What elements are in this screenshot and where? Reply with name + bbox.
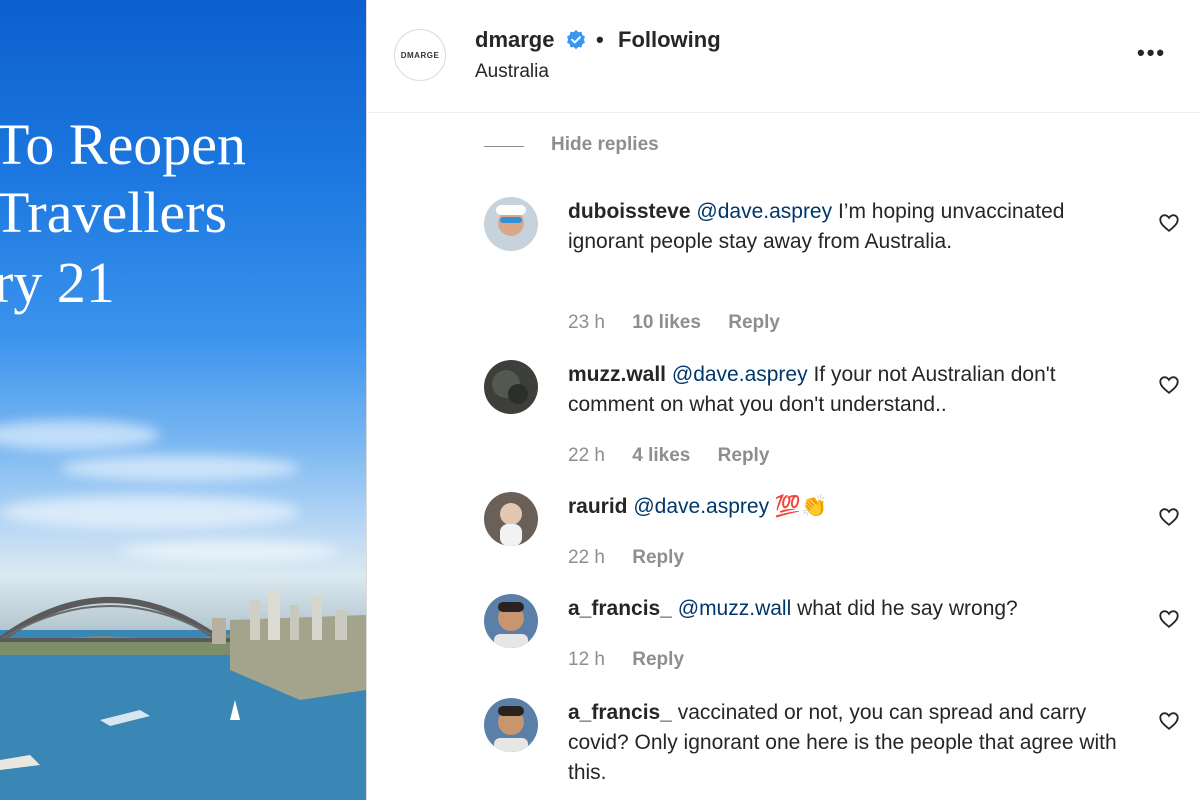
post-location[interactable]: Australia <box>475 61 549 83</box>
avatar[interactable] <box>484 197 538 251</box>
comment-likes[interactable]: 4 likes <box>632 445 690 466</box>
comment-meta: 12 h Reply <box>568 649 706 671</box>
comment-mention[interactable]: @dave.asprey <box>672 363 808 386</box>
profile-avatar[interactable]: DMARGE <box>394 29 446 81</box>
heart-icon[interactable] <box>1158 212 1180 234</box>
cloud <box>120 540 340 562</box>
reply-button[interactable]: Reply <box>728 312 780 333</box>
comment-time[interactable]: 12 h <box>568 649 605 670</box>
comment-item: muzz.wall @dave.asprey If your not Austr… <box>484 360 1200 470</box>
post-header: DMARGE dmarge • Following Australia ••• <box>367 0 1200 113</box>
comment-message: 💯👏 <box>769 495 828 518</box>
following-button[interactable]: Following <box>618 27 721 53</box>
comment-time[interactable]: 22 h <box>568 547 605 568</box>
cloud <box>60 455 300 481</box>
avatar[interactable] <box>484 594 538 648</box>
comment-text: raurid @dave.asprey 💯👏 <box>568 492 1138 522</box>
comment-username[interactable]: muzz.wall <box>568 363 666 386</box>
comment-text: muzz.wall @dave.asprey If your not Austr… <box>568 360 1138 420</box>
reply-button[interactable]: Reply <box>632 649 684 670</box>
headline-line-3: ry 21 <box>0 250 115 315</box>
comment-item: a_francis_ vaccinated or not, you can sp… <box>484 698 1200 800</box>
harbour-bridge-illustration <box>0 590 366 800</box>
replies-line <box>484 146 524 147</box>
comment-likes[interactable]: 10 likes <box>632 312 701 333</box>
more-options-icon[interactable]: ••• <box>1137 40 1166 66</box>
comment-mention[interactable]: @muzz.wall <box>678 597 792 620</box>
header-separator: • <box>596 27 604 52</box>
reply-button[interactable]: Reply <box>718 445 770 466</box>
hide-replies-button[interactable]: Hide replies <box>551 134 659 156</box>
comment-username[interactable]: duboissteve <box>568 200 691 223</box>
comment-meta: 22 h 4 likes Reply <box>568 445 791 467</box>
profile-username[interactable]: dmarge <box>475 27 554 53</box>
comment-username[interactable]: a_francis_ <box>568 701 672 724</box>
avatar-brand-text: DMARGE <box>400 50 440 60</box>
comment-time[interactable]: 23 h <box>568 312 605 333</box>
comment-meta: 23 h 10 likes Reply <box>568 312 802 334</box>
verified-badge-icon <box>567 30 585 50</box>
headline-line-2: Travellers <box>0 180 228 245</box>
avatar[interactable] <box>484 698 538 752</box>
comment-mention[interactable]: @dave.asprey <box>633 495 769 518</box>
comment-text: a_francis_ @muzz.wall what did he say wr… <box>568 594 1138 624</box>
heart-icon[interactable] <box>1158 506 1180 528</box>
comment-text: a_francis_ vaccinated or not, you can sp… <box>568 698 1138 788</box>
comment-item: duboissteve @dave.asprey I’m hoping unva… <box>484 197 1200 337</box>
avatar[interactable] <box>484 360 538 414</box>
avatar[interactable] <box>484 492 538 546</box>
heart-icon[interactable] <box>1158 710 1180 732</box>
comment-username[interactable]: raurid <box>568 495 628 518</box>
comment-item: a_francis_ @muzz.wall what did he say wr… <box>484 594 1200 684</box>
cloud <box>0 495 300 529</box>
heart-icon[interactable] <box>1158 374 1180 396</box>
comment-text: duboissteve @dave.asprey I’m hoping unva… <box>568 197 1138 257</box>
headline-line-1: To Reopen <box>0 112 247 177</box>
comment-username[interactable]: a_francis_ <box>568 597 672 620</box>
comment-time[interactable]: 22 h <box>568 445 605 466</box>
comment-mention[interactable]: @dave.asprey <box>696 200 832 223</box>
comment-message: what did he say wrong? <box>791 597 1018 620</box>
cloud <box>0 420 160 450</box>
post-image[interactable]: To Reopen Travellers ry 21 <box>0 0 366 800</box>
comment-meta: 22 h Reply <box>568 547 706 569</box>
reply-button[interactable]: Reply <box>632 547 684 568</box>
heart-icon[interactable] <box>1158 608 1180 630</box>
divider <box>366 0 367 800</box>
comment-item: raurid @dave.asprey 💯👏 22 h Reply <box>484 492 1200 582</box>
